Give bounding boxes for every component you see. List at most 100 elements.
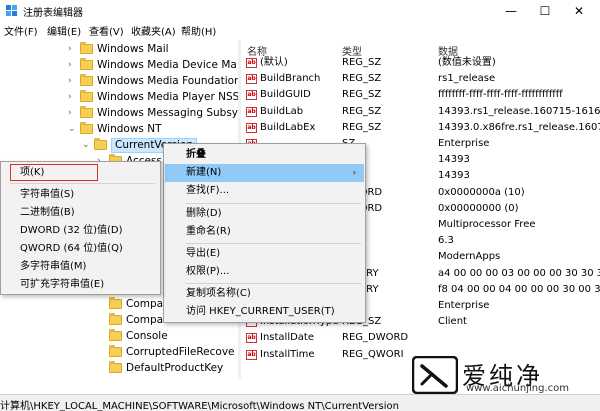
cell-name: InstallDate — [260, 332, 315, 344]
cell-data: 14393.rs1_release.160715-1616 — [438, 105, 600, 117]
submenu-new-binary[interactable]: 二进制值(B) — [20, 204, 75, 222]
menu-favorites[interactable]: 收藏夹(A) — [131, 23, 176, 38]
menu-view[interactable]: 查看(V) — [89, 23, 124, 38]
chevron-down-icon[interactable]: ⌄ — [68, 121, 78, 137]
cell-type: REG_SZ — [342, 105, 382, 117]
folder-icon — [94, 138, 107, 150]
cell-type: REG_SZ — [342, 73, 382, 85]
menu-edit[interactable]: 编辑(E) — [47, 23, 81, 38]
watermark: 爱纯净 www.aichunjing.com — [398, 356, 600, 396]
string-value-icon: ab — [246, 349, 257, 360]
folder-icon — [109, 345, 122, 357]
menu-separator — [186, 243, 361, 244]
submenu-new-expand-string[interactable]: 可扩充字符串值(E) — [20, 276, 104, 294]
menu-file[interactable]: 文件(F) — [4, 23, 38, 38]
window-title: 注册表编辑器 — [23, 8, 83, 19]
title-bar: 注册表编辑器 — ☐ ✕ — [0, 0, 600, 22]
cell-data: rs1_release — [438, 73, 496, 85]
folder-icon — [80, 58, 93, 70]
cell-data: 14393.0.x86fre.rs1_release.1607 — [438, 121, 600, 133]
cell-data: (数值未设置) — [438, 57, 496, 68]
table-row[interactable]: ab BuildLabEx REG_SZ 14393.0.x86fre.rs1_rel… — [241, 120, 600, 136]
string-value-icon: ab — [246, 106, 257, 117]
context-menu-permissions[interactable]: 权限(P)... — [186, 263, 229, 281]
brand-url: www.aichunjing.com — [466, 383, 569, 394]
registry-path: 计算机\HKEY_LOCAL_MACHINE\SOFTWARE\Microsof… — [0, 401, 399, 411]
menu-bar: 文件(F) 编辑(E) 查看(V) 收藏夹(A) 帮助(H) — [0, 22, 600, 39]
menu-help[interactable]: 帮助(H) — [181, 23, 216, 38]
chevron-right-icon[interactable]: › — [68, 89, 78, 105]
cell-data: Multiprocessor Free — [438, 219, 536, 230]
menu-separator — [10, 183, 155, 184]
cell-data: 0x00000000 (0) — [438, 202, 519, 214]
registry-editor-icon — [6, 5, 17, 16]
chevron-right-icon[interactable]: › — [68, 105, 78, 121]
cell-name: (默认) — [260, 57, 288, 68]
cell-data: Enterprise — [438, 138, 490, 149]
string-value-icon: ab — [246, 90, 257, 101]
cell-data: 0x0000000a (10) — [438, 186, 525, 198]
submenu-new-key[interactable]: 项(K) — [20, 164, 44, 182]
new-submenu: 项(K) 字符串值(S) 二进制值(B) DWORD (32 位)值(D) QW… — [0, 161, 161, 295]
submenu-new-qword[interactable]: QWORD (64 位)值(Q) — [20, 240, 123, 258]
folder-icon — [109, 361, 122, 373]
submenu-new-multi-string[interactable]: 多字符串值(M) — [20, 258, 86, 276]
cell-data: 6.3 — [438, 235, 454, 247]
cell-type: REG_SZ — [342, 89, 382, 101]
folder-icon — [80, 122, 93, 134]
table-row[interactable]: ab InstallDate REG_DWORD — [241, 330, 600, 346]
context-menu-delete[interactable]: 删除(D) — [186, 205, 222, 223]
context-menu-goto-hkcu[interactable]: 访问 HKEY_CURRENT_USER(T) — [186, 303, 335, 321]
cell-name: BuildLabEx — [260, 121, 316, 133]
chevron-right-icon: › — [352, 168, 356, 177]
string-value-icon: ab — [246, 74, 257, 85]
submenu-new-dword[interactable]: DWORD (32 位)值(D) — [20, 222, 123, 240]
cell-data: 14393 — [438, 170, 470, 182]
context-menu-find[interactable]: 查找(F)... — [186, 182, 229, 200]
cell-type: REG_DWORD — [342, 332, 409, 344]
context-menu: 折叠 新建(N) › 查找(F)... 删除(D) 重命名(R) 导出(E) 权限… — [163, 143, 366, 323]
table-row[interactable]: ab BuildLab REG_SZ 14393.rs1_release.160715… — [241, 104, 600, 120]
chevron-right-icon[interactable]: › — [68, 41, 78, 57]
cell-type: REG_SZ — [342, 121, 382, 133]
brand-logo-icon — [412, 356, 458, 394]
folder-icon — [109, 313, 122, 325]
cell-name: BuildBranch — [260, 73, 321, 85]
context-menu-new[interactable]: 新建(N) › — [165, 164, 364, 182]
folder-icon — [80, 74, 93, 86]
chevron-right-icon[interactable]: › — [68, 73, 78, 89]
cell-name: BuildLab — [260, 105, 304, 117]
chevron-right-icon[interactable]: › — [68, 57, 78, 73]
menu-separator — [186, 203, 361, 204]
context-menu-copy-key-name[interactable]: 复制项名称(C) — [186, 285, 251, 303]
submenu-new-string[interactable]: 字符串值(S) — [20, 186, 74, 204]
string-value-icon: ab — [246, 333, 257, 344]
maximize-button[interactable]: ☐ — [528, 0, 562, 22]
cell-name: InstallTime — [260, 348, 315, 360]
folder-icon — [80, 106, 93, 118]
folder-icon — [80, 42, 93, 54]
cell-name: BuildGUID — [260, 89, 311, 101]
table-row[interactable]: ab BuildBranch REG_SZ rs1_release — [241, 71, 600, 87]
cell-data: 14393 — [438, 154, 470, 166]
cell-data: Enterprise — [438, 300, 490, 311]
cell-type: REG_SZ — [342, 57, 382, 68]
table-row[interactable]: ab BuildGUID REG_SZ ffffffff-ffff-ffff-ffff… — [241, 87, 600, 103]
folder-icon — [80, 90, 93, 102]
cell-data: f8 04 00 00 04 00 00 00 30 00 3 — [438, 283, 600, 295]
context-menu-collapse[interactable]: 折叠 — [186, 146, 206, 164]
cell-data: ffffffff-ffff-ffff-ffff-ffffffffffff — [438, 89, 563, 101]
minimize-button[interactable]: — — [494, 0, 528, 22]
cell-data: Client — [438, 316, 467, 328]
table-row[interactable]: ab (默认) REG_SZ (数值未设置) — [241, 55, 600, 71]
cell-type: REG_QWORI — [342, 348, 404, 360]
chevron-down-icon[interactable]: ⌄ — [82, 137, 92, 153]
context-menu-rename[interactable]: 重命名(R) — [186, 223, 231, 241]
folder-icon — [109, 297, 122, 309]
cell-data: ModernApps — [438, 251, 501, 263]
context-menu-export[interactable]: 导出(E) — [186, 245, 220, 263]
folder-icon — [109, 329, 122, 341]
menu-separator — [186, 283, 361, 284]
close-button[interactable]: ✕ — [562, 0, 596, 22]
cell-data: a4 00 00 00 03 00 00 00 30 30 3 — [438, 267, 600, 279]
